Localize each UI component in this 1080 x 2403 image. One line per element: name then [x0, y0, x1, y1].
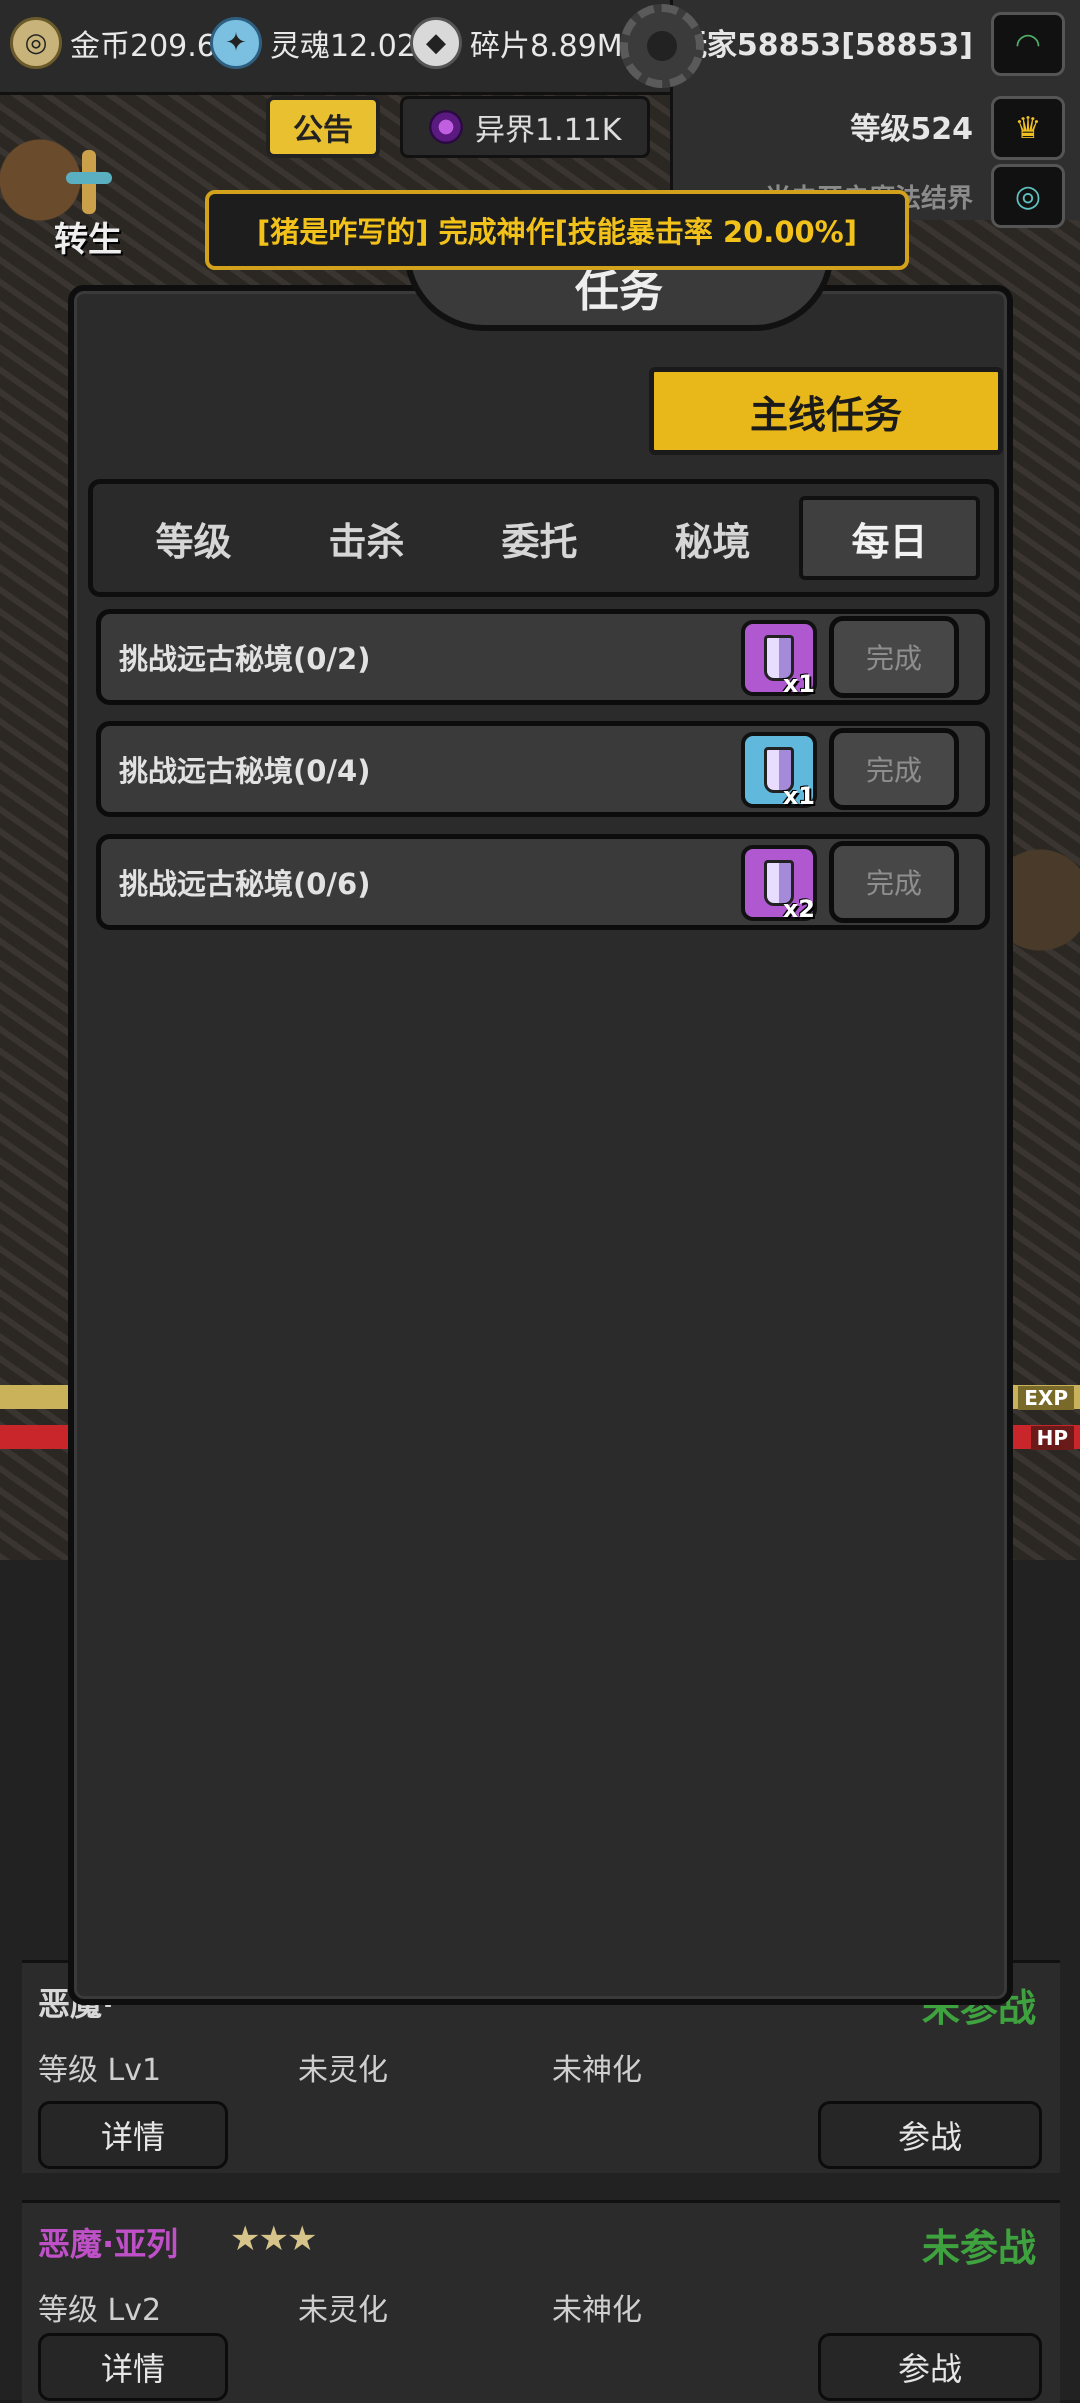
- soul-value: 灵魂12.02: [270, 29, 416, 64]
- reward-quantity: x2: [782, 895, 815, 923]
- task-name: 挑战远古秘境(0/6): [119, 867, 371, 901]
- otherworld-counter[interactable]: 异界1.11K: [400, 96, 650, 158]
- reward-potion-icon[interactable]: x1: [741, 732, 817, 810]
- character-name: 恶魔·亚列: [38, 2225, 179, 2263]
- crown-icon[interactable]: ♛: [991, 96, 1065, 160]
- announcement-button[interactable]: 公告: [266, 96, 380, 158]
- soul-icon: ✦: [210, 17, 262, 69]
- tab-level[interactable]: 等级: [107, 496, 280, 580]
- task-name: 挑战远古秘境(0/4): [119, 754, 371, 788]
- join-battle-button[interactable]: 参战: [818, 2333, 1042, 2401]
- join-battle-button[interactable]: 参战: [818, 2101, 1042, 2169]
- gold-counter: ◎ 金币209.6: [10, 14, 216, 72]
- complete-button[interactable]: 完成: [829, 728, 959, 810]
- character-level: 等级 Lv2: [38, 2293, 162, 2328]
- player-name: 玩家58853[58853]: [676, 28, 973, 63]
- player-level: 等级524: [850, 112, 973, 147]
- deification-status: 未神化: [552, 2053, 642, 2088]
- tab-commission[interactable]: 委托: [453, 496, 626, 580]
- task-row: 挑战远古秘境(0/4) x1 完成: [96, 721, 990, 817]
- shard-counter: ◆ 碎片8.89M: [410, 14, 623, 72]
- portal-icon[interactable]: ◎: [991, 164, 1065, 228]
- task-row: 挑战远古秘境(0/6) x2 完成: [96, 834, 990, 930]
- tab-secret-realm[interactable]: 秘境: [626, 496, 799, 580]
- complete-button[interactable]: 完成: [829, 616, 959, 698]
- task-panel: 任务 主线任务 等级 击杀 委托 秘境 每日 挑战远古秘境(0/2) x1 完成…: [68, 251, 1013, 2005]
- star-rating: ★★★: [230, 2219, 317, 2259]
- detail-button[interactable]: 详情: [38, 2101, 228, 2169]
- achievement-notice: [猪是咋写的] 完成神作[技能暴击率 20.00%]: [205, 190, 909, 270]
- soul-counter: ✦ 灵魂12.02: [210, 14, 416, 72]
- shard-value: 碎片8.89M: [470, 29, 623, 64]
- rebirth-button[interactable]: 转生: [40, 150, 140, 260]
- signal-icon[interactable]: ◠: [991, 12, 1065, 76]
- settings-gear-icon[interactable]: [620, 4, 704, 88]
- task-name: 挑战远古秘境(0/2): [119, 642, 371, 676]
- shard-icon: ◆: [410, 17, 462, 69]
- vortex-icon: [429, 110, 463, 144]
- otherworld-value: 异界1.11K: [475, 113, 622, 148]
- complete-button[interactable]: 完成: [829, 841, 959, 923]
- player-info-panel: 玩家58853[58853] 等级524 当未开启魔法结界 ◠ ♛ ◎: [670, 0, 1080, 228]
- tab-kill[interactable]: 击杀: [280, 496, 453, 580]
- rebirth-label: 转生: [54, 220, 122, 260]
- main-quest-button[interactable]: 主线任务: [649, 367, 1003, 455]
- deification-status: 未神化: [552, 2293, 642, 2328]
- tab-daily[interactable]: 每日: [799, 496, 980, 580]
- task-tabs: 等级 击杀 委托 秘境 每日: [88, 479, 999, 597]
- coin-icon: ◎: [10, 17, 62, 69]
- spirit-status: 未灵化: [298, 2293, 388, 2328]
- reward-quantity: x1: [782, 670, 815, 698]
- character-card: 恶魔·亚列 ★★★ 未参战 等级 Lv2 未灵化 未神化 详情 参战: [22, 2200, 1060, 2403]
- task-row: 挑战远古秘境(0/2) x1 完成: [96, 609, 990, 705]
- detail-button[interactable]: 详情: [38, 2333, 228, 2401]
- reward-potion-icon[interactable]: x2: [741, 845, 817, 923]
- reward-potion-icon[interactable]: x1: [741, 620, 817, 698]
- reward-quantity: x1: [782, 782, 815, 810]
- character-level: 等级 Lv1: [38, 2053, 162, 2088]
- spirit-status: 未灵化: [298, 2053, 388, 2088]
- gold-value: 金币209.6: [70, 29, 216, 64]
- battle-status: 未参战: [921, 2226, 1036, 2270]
- hp-label: HP: [1030, 1426, 1074, 1450]
- exp-label: EXP: [1018, 1386, 1074, 1410]
